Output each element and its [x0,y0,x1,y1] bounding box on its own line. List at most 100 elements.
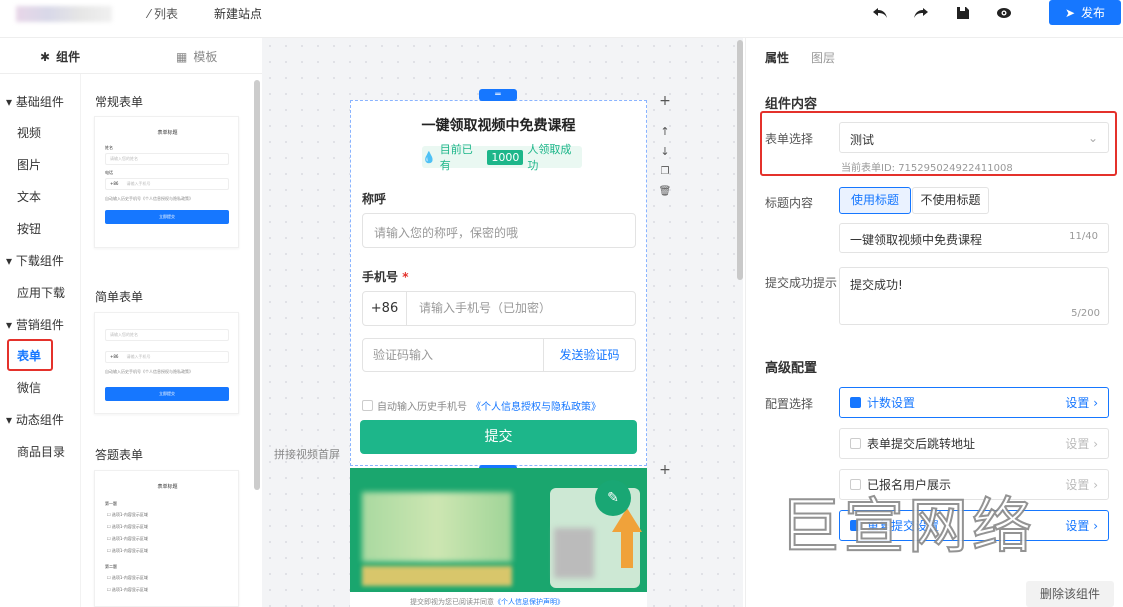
list-link[interactable]: ⁄ 列表 [148,5,178,22]
count-value: 1000 [487,149,524,165]
checkbox-redirect[interactable] [850,438,861,449]
code-input[interactable]: 验证码输入 发送验证码 [362,338,636,372]
item-button[interactable]: 按钮 [17,220,41,237]
canvas-label: 拼接视频首屏 [274,448,340,461]
quiz-option-4: ☐ 选项1-内容显示区域 [107,548,148,553]
quiz-option-1: ☐ 选项1-内容显示区域 [107,512,148,517]
simple-form-card[interactable]: 请输入您的姓名 +86 请输入手机号 自动输入历史手机号《个人信息授权与隐私政策》… [94,312,239,414]
edit-icon[interactable]: ✎ [595,480,631,516]
category-marketing[interactable]: ▾ 营销组件 [6,316,64,333]
item-video[interactable]: 视频 [17,124,41,141]
quiz-option-2: ☐ 选项1-内容显示区域 [107,524,148,529]
phone-prefix: +86 [363,292,407,325]
send-code-button[interactable]: 发送验证码 [543,339,635,371]
tab-templates[interactable]: ▦ 模板 [176,48,217,65]
config-count[interactable]: 计数设置 设置 › [839,387,1109,418]
category-download[interactable]: ▾ 下载组件 [6,252,64,269]
use-title-button[interactable]: 使用标题 [839,187,911,214]
quiz-title: 表单标题 [157,484,178,490]
name-input[interactable]: 请输入您的称呼，保密的哦 [362,213,636,248]
phone-input[interactable]: +86 请输入手机号（已加密） [362,291,636,326]
title-content-label: 标题内容 [765,196,814,210]
config-repeat-action[interactable]: 设置 › [1065,517,1098,534]
auto-fill-checkbox[interactable] [362,400,373,411]
no-title-button[interactable]: 不使用标题 [912,187,989,214]
item-form[interactable]: 表单 [17,347,41,364]
canvas-scrollbar[interactable] [737,40,743,280]
left-tabs: ✱ 组件 ▦ 模板 [0,38,262,74]
left-scrollbar[interactable] [254,80,260,490]
mini-simple-submit: 立即提交 [105,387,229,401]
item-image[interactable]: 图片 [17,156,41,173]
config-redirect-action[interactable]: 设置 › [1065,435,1098,452]
submit-button[interactable]: 提交 [360,420,637,454]
checkbox-count[interactable] [850,397,861,408]
form-id: 当前表单ID: 7152950249224110​08 [841,163,1013,174]
mini-phone-input: +86 请输入手机号 [105,178,229,190]
config-registered-action[interactable]: 设置 › [1065,476,1098,493]
footer-note: 提交即视为您已阅读并同意《个人信息保护声明》 [410,598,564,606]
quiz-option-3: ☐ 选项1-内容显示区域 [107,536,148,541]
regular-form-card[interactable]: 表单标题 姓名 请输入您的姓名 电话 +86 请输入手机号 自动输入历史手机号《个… [94,116,239,248]
mini-simple-privacy: 自动输入历史手机号《个人信息授权与隐私政策》 [105,369,193,374]
success-count: 5/200 [1071,308,1100,319]
config-redirect[interactable]: 表单提交后跳转地址 设置 › [839,428,1109,459]
title-input[interactable]: 一键领取视频中免费课程 11/40 [839,223,1109,253]
drop-icon: 💧 [422,150,436,164]
quiz-q2: 第二题 [105,564,117,569]
logo [16,6,112,22]
title-count: 11/40 [1069,231,1098,242]
delete-component-button[interactable]: 删除该组件 [1026,581,1114,607]
templates-icon: ▦ [176,49,188,64]
tab-properties[interactable]: 属性 [765,49,789,66]
pencil-icon: ⁄ [148,6,151,21]
mini-name-input: 请输入您的姓名 [105,153,229,165]
config-label: 配置选择 [765,397,814,411]
tab-components[interactable]: ✱ 组件 [40,48,80,65]
item-app-download[interactable]: 应用下载 [17,284,65,301]
move-up-icon[interactable]: ↑ [658,124,672,138]
category-dynamic[interactable]: ▾ 动态组件 [6,411,64,428]
item-text[interactable]: 文本 [17,188,41,205]
section-advanced: 高级配置 [765,361,818,376]
item-catalog[interactable]: 商品目录 [17,443,65,460]
category-basic[interactable]: ▾ 基础组件 [6,93,64,110]
quiz-option-5: ☐ 选项1-内容显示区域 [107,575,148,580]
preview-icon[interactable] [990,0,1018,26]
form-select[interactable]: 测试 ⌄ [839,122,1109,153]
drag-handle-top[interactable]: ═ [479,89,517,101]
policy-link[interactable]: 《个人信息授权与隐私政策》 [471,398,601,413]
category-list: ▾ 基础组件 视频 图片 文本 按钮 ▾ 下载组件 应用下载 ▾ 营销组件 表单… [0,74,80,607]
mini-form-title: 表单标题 [157,130,178,136]
add-icon[interactable]: + [658,93,672,109]
section-quiz: 答题表单 [95,448,144,462]
mini-phone-label: 电话 [105,170,113,175]
chevron-down-icon: ⌄ [1087,131,1098,145]
publish-button[interactable]: ➤ 发布 [1049,0,1121,25]
move-down-icon[interactable]: ↓ [658,144,672,158]
quiz-q1: 第一题 [105,501,117,506]
quiz-form-card[interactable]: 表单标题 第一题 ☐ 选项1-内容显示区域 ☐ 选项1-内容显示区域 ☐ 选项1… [94,470,239,607]
redo-icon[interactable] [907,0,935,26]
tab-layers[interactable]: 图层 [811,49,835,66]
section-regular: 常规表单 [95,95,144,109]
item-wechat[interactable]: 微信 [17,379,41,396]
phone-label: 手机号 * [362,270,409,284]
add-icon-bottom[interactable]: + [658,462,672,478]
name-label: 称呼 [362,192,387,206]
mini-submit: 立即提交 [105,210,229,224]
undo-icon[interactable] [866,0,894,26]
watermark: 巨宣网络 [779,491,1036,563]
save-icon[interactable] [949,0,977,26]
delete-icon[interactable]: 🗑 [658,184,672,198]
copy-icon[interactable]: ❐ [658,164,672,178]
config-count-action[interactable]: 设置 › [1065,394,1098,411]
top-bar: ⁄ 列表 新建站点 ➤ 发布 [0,0,1123,38]
count-banner: 💧 目前已有 1000 人领取成功 [422,143,582,172]
mini-privacy: 自动输入历史手机号《个人信息授权与隐私政策》 [105,196,193,201]
mini-simple-phone: +86 请输入手机号 [105,351,229,363]
phone-preview: ═ 一键领取视频中免费课程 💧 目前已有 1000 人领取成功 称呼 请输入您的… [350,89,647,607]
auto-fill-row[interactable]: 自动输入历史手机号 《个人信息授权与隐私政策》 [362,398,601,413]
success-textarea[interactable]: 提交成功! 5/200 [839,267,1109,325]
site-title[interactable]: 新建站点 [214,5,262,22]
